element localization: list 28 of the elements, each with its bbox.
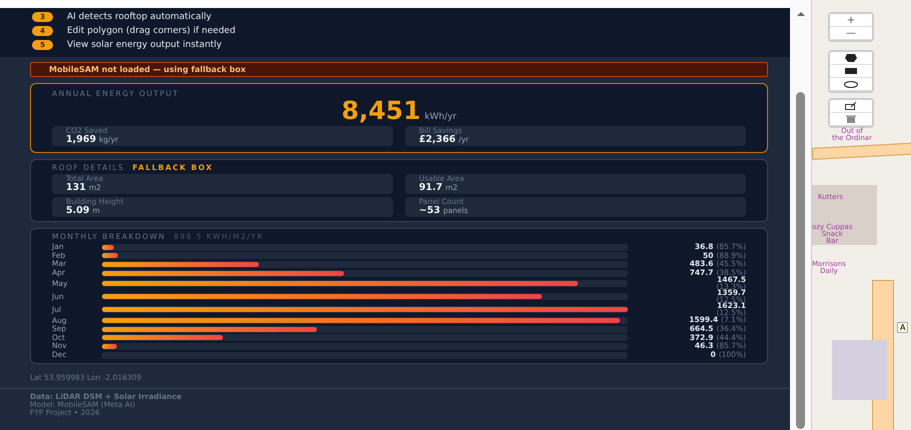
rectangle-icon xyxy=(845,68,857,74)
step-text: AI detects rooftop automatically xyxy=(67,12,212,22)
stat-value: £2,366 xyxy=(419,135,456,145)
draw-circle-button[interactable] xyxy=(830,78,872,91)
zoom-in-button[interactable]: + xyxy=(830,14,872,27)
stat-value: 5.09 xyxy=(66,206,90,216)
scroll-up-icon[interactable] xyxy=(796,12,804,16)
step-text: Edit polygon (drag corners) if needed xyxy=(67,26,236,36)
road-label: A xyxy=(897,322,908,333)
stat-value: 91.7 xyxy=(419,183,442,193)
step-text: View solar energy output instantly xyxy=(67,40,222,50)
building-drawing xyxy=(812,185,877,245)
annual-output-value: 8,451 xyxy=(342,98,421,124)
circle-icon xyxy=(844,80,858,88)
edit-icon xyxy=(845,102,857,110)
polygon-icon xyxy=(845,54,857,62)
building-drawing xyxy=(832,340,887,400)
draw-polygon-button[interactable] xyxy=(830,52,872,65)
annual-output-unit: kWh/yr xyxy=(424,112,456,122)
draw-rectangle-button[interactable] xyxy=(830,65,872,78)
trash-icon xyxy=(846,115,856,123)
stat-value: 1,969 xyxy=(66,135,96,145)
warning-banner: MobileSAM not loaded — using fallback box xyxy=(30,62,768,77)
scrollbar[interactable] xyxy=(790,0,812,430)
stat-value: ~53 xyxy=(419,206,440,216)
stat-value: 131 xyxy=(66,183,86,193)
edit-layers-button[interactable] xyxy=(830,100,872,113)
scrollbar-thumb[interactable] xyxy=(796,92,805,429)
